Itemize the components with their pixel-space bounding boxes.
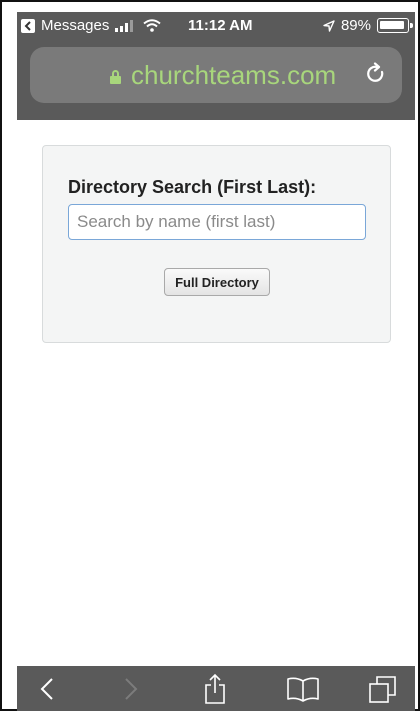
tabs-icon bbox=[369, 676, 396, 703]
reload-icon[interactable] bbox=[364, 62, 388, 86]
chevron-left-icon bbox=[40, 678, 53, 700]
book-icon bbox=[287, 677, 319, 702]
address-bar[interactable]: churchteams.com bbox=[30, 47, 402, 103]
back-app-label: Messages bbox=[41, 17, 110, 34]
browser-toolbar bbox=[17, 666, 415, 711]
tabs-button[interactable] bbox=[367, 673, 399, 705]
full-directory-button[interactable]: Full Directory bbox=[164, 268, 270, 296]
directory-search-panel: Directory Search (First Last): Full Dire… bbox=[42, 145, 391, 343]
browser-chrome: Messages 11:12 AM 89% churchteams.com bbox=[17, 12, 415, 120]
device-frame: Messages 11:12 AM 89% churchteams.com Di… bbox=[0, 0, 420, 711]
domain-text: churchteams.com bbox=[131, 60, 337, 90]
location-arrow-icon bbox=[323, 19, 335, 32]
share-button[interactable] bbox=[199, 673, 231, 705]
chevron-right-icon bbox=[125, 678, 138, 700]
address-domain: churchteams.com bbox=[110, 60, 336, 91]
battery-percent: 89% bbox=[340, 17, 371, 34]
directory-search-label: Directory Search (First Last): bbox=[68, 177, 317, 197]
share-icon bbox=[205, 673, 225, 704]
back-app-icon bbox=[21, 18, 35, 33]
back-button[interactable] bbox=[31, 673, 63, 705]
wifi-icon bbox=[143, 19, 162, 32]
battery-icon bbox=[377, 18, 413, 33]
forward-button[interactable] bbox=[115, 673, 147, 705]
cellular-signal-icon bbox=[115, 19, 134, 32]
status-bar: Messages 11:12 AM 89% bbox=[17, 12, 415, 44]
directory-search-input[interactable] bbox=[68, 204, 366, 240]
status-right: 89% bbox=[323, 17, 413, 34]
bookmarks-button[interactable] bbox=[283, 673, 323, 705]
status-time: 11:12 AM bbox=[188, 17, 253, 34]
back-to-app[interactable]: Messages bbox=[21, 17, 162, 34]
lock-icon bbox=[110, 69, 121, 84]
